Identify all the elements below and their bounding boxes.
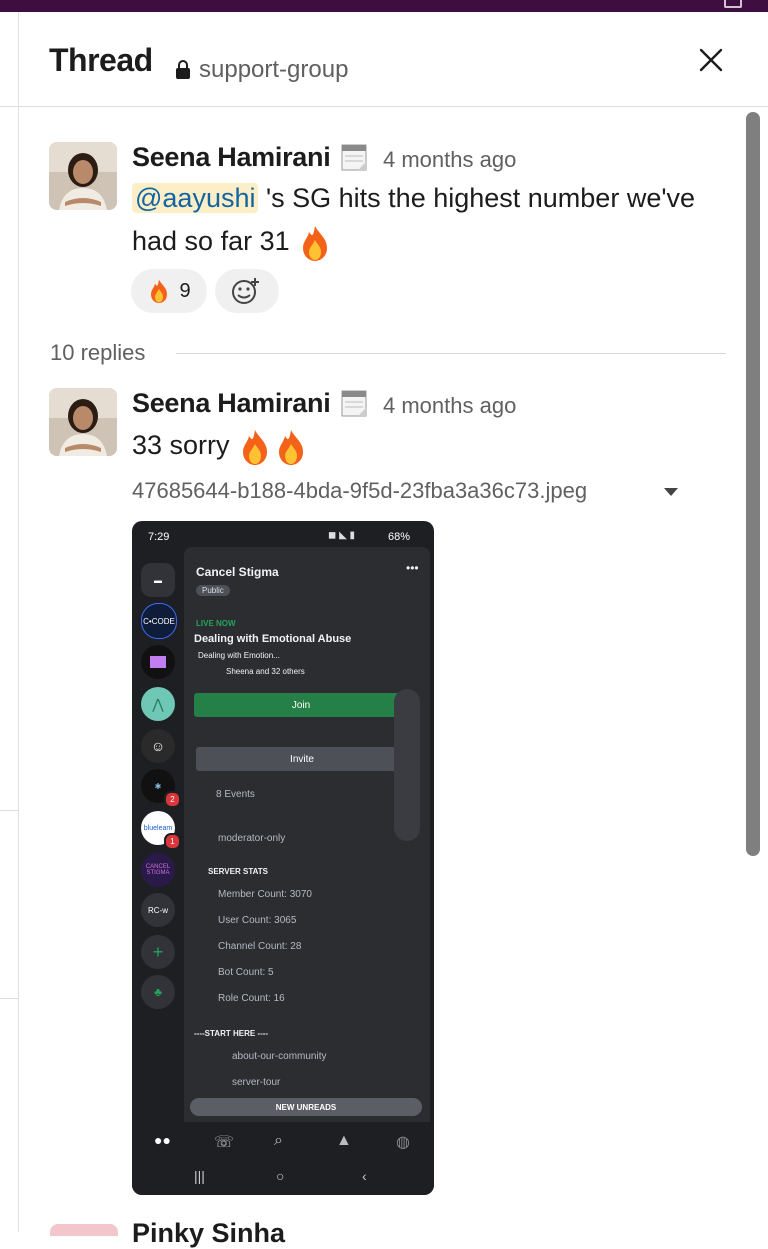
- thread-header: Thread support-group: [19, 12, 768, 107]
- server-icon[interactable]: RC-w: [141, 893, 175, 927]
- channel-item[interactable]: moderator-only: [218, 833, 285, 844]
- timestamp[interactable]: 4 months ago: [383, 147, 516, 173]
- workspace-topbar: [0, 0, 768, 12]
- user-mention[interactable]: @aayushi: [132, 183, 259, 213]
- calendar-icon: [341, 144, 367, 171]
- more-icon[interactable]: •••: [406, 561, 419, 575]
- add-reaction-icon: [232, 278, 259, 304]
- discord-home-icon[interactable]: ●●: [154, 1132, 171, 1148]
- message-text-part: 's SG hits the highest number we've: [258, 183, 696, 213]
- scrollbar[interactable]: [746, 112, 760, 856]
- channel-item[interactable]: Role Count: 16: [218, 993, 285, 1004]
- window-icon: [724, 0, 742, 8]
- message-text-line: had so far 31: [132, 226, 290, 256]
- channel-item[interactable]: Bot Count: 5: [218, 967, 274, 978]
- server-rail: ▬ C•CODE ⋀ ☺ ✱ 2 blueleam 1 CANCEL STIGM…: [132, 547, 184, 1122]
- friends-icon[interactable]: ☏: [214, 1132, 234, 1152]
- server-icon[interactable]: [141, 645, 175, 679]
- sidebar-edge: [0, 12, 19, 1232]
- recent-apps-icon[interactable]: |||: [194, 1168, 205, 1184]
- message-text: 33 sorry: [132, 424, 309, 467]
- close-icon[interactable]: [697, 46, 725, 74]
- message-text: @aayushi 's SG hits the highest number w…: [132, 177, 732, 263]
- phone-status-bar: 7:29 68% ◼ ◣ ▮: [132, 521, 434, 547]
- channel-item[interactable]: User Count: 3065: [218, 915, 296, 926]
- notification-badge: 2: [164, 791, 181, 808]
- event-title[interactable]: Dealing with Emotional Abuse: [194, 633, 351, 645]
- back-icon[interactable]: ‹: [362, 1168, 367, 1184]
- lock-icon: [176, 60, 190, 79]
- server-icon[interactable]: ☺: [141, 729, 175, 763]
- channel-item[interactable]: about-our-community: [232, 1051, 326, 1062]
- chevron-down-icon[interactable]: [664, 488, 678, 496]
- phone-tab-bar: ●● ☏ ⌕ ▲ ◍: [132, 1122, 434, 1160]
- avatar[interactable]: [50, 1224, 118, 1236]
- reaction-count: 9: [179, 279, 191, 302]
- timestamp[interactable]: 4 months ago: [383, 393, 516, 419]
- avatar[interactable]: [49, 142, 117, 210]
- public-badge: Public: [196, 585, 230, 596]
- dm-icon[interactable]: ▬: [141, 563, 175, 597]
- server-name[interactable]: Cancel Stigma: [196, 565, 279, 579]
- server-icon[interactable]: CANCEL STIGMA: [141, 853, 175, 887]
- reaction-fire[interactable]: 9: [131, 269, 207, 313]
- fire-emoji-icon: [303, 225, 328, 261]
- replies-count: 10 replies: [50, 340, 146, 365]
- live-label: LIVE NOW: [196, 619, 236, 628]
- fire-emoji-icon: [279, 429, 304, 465]
- author-name[interactable]: Seena Hamirani: [132, 142, 331, 173]
- replies-divider: [176, 353, 726, 354]
- author-name[interactable]: Pinky Sinha: [132, 1218, 285, 1249]
- category-header[interactable]: ----START HERE ----: [194, 1029, 268, 1038]
- invite-button[interactable]: Invite: [196, 747, 408, 771]
- attachment-filename[interactable]: 47685644-b188-4bda-9f5d-23fba3a36c73.jpe…: [132, 478, 587, 504]
- event-people: Sheena and 32 others: [226, 667, 305, 676]
- notifications-icon[interactable]: ▲: [336, 1132, 352, 1150]
- android-nav-bar: ||| ○ ‹: [132, 1160, 434, 1195]
- notification-badge: 1: [164, 833, 181, 850]
- add-reaction-button[interactable]: [215, 269, 279, 313]
- search-icon[interactable]: ⌕: [274, 1132, 283, 1150]
- channel-item[interactable]: Member Count: 3070: [218, 889, 312, 900]
- status-icons: ◼ ◣ ▮: [328, 530, 356, 541]
- events-link[interactable]: 8 Events: [216, 789, 255, 800]
- home-icon[interactable]: ○: [276, 1168, 284, 1184]
- server-panel: Cancel Stigma ••• Public LIVE NOW Dealin…: [184, 547, 430, 1122]
- profile-icon[interactable]: ◍: [396, 1132, 410, 1152]
- reply-text: 33 sorry: [132, 430, 230, 460]
- fire-emoji-icon: [151, 279, 168, 303]
- add-server-icon[interactable]: +: [141, 935, 175, 969]
- server-icon[interactable]: C•CODE: [141, 603, 177, 639]
- channel-item[interactable]: Channel Count: 28: [218, 941, 301, 952]
- channel-name[interactable]: support-group: [199, 56, 348, 84]
- join-button[interactable]: Join: [194, 693, 408, 717]
- attachment-image[interactable]: 7:29 68% ◼ ◣ ▮ ▬ C•CODE ⋀ ☺ ✱ 2 blueleam…: [132, 521, 434, 1195]
- author-name[interactable]: Seena Hamirani: [132, 388, 331, 419]
- discover-icon[interactable]: ♣: [141, 975, 175, 1009]
- avatar[interactable]: [49, 388, 117, 456]
- new-unreads-pill[interactable]: NEW UNREADS: [190, 1098, 422, 1116]
- calendar-icon: [341, 390, 367, 417]
- voice-overlay[interactable]: [394, 689, 420, 841]
- server-icon[interactable]: ⋀: [141, 687, 175, 721]
- fire-emoji-icon: [243, 429, 268, 465]
- thread-title: Thread: [49, 42, 153, 78]
- channel-item[interactable]: server-tour: [232, 1077, 280, 1088]
- event-channel: Dealing with Emotion...: [198, 651, 280, 660]
- battery-level: 68%: [388, 531, 411, 543]
- status-time: 7:29: [148, 531, 170, 543]
- category-header[interactable]: SERVER STATS: [208, 867, 268, 876]
